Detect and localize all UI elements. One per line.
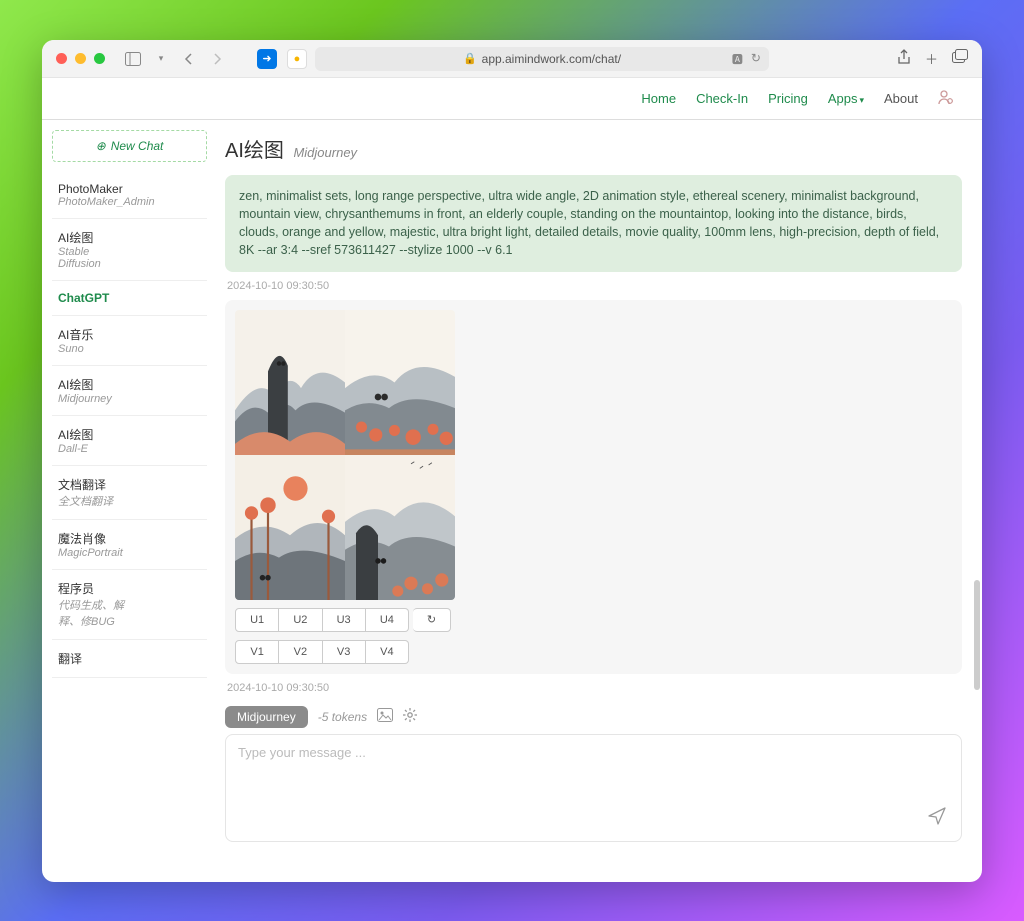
assistant-reply: U1 U2 U3 U4 ↻ V1 V2 V3 V4: [225, 300, 962, 674]
extension-icon[interactable]: ●: [287, 49, 307, 69]
reload-icon[interactable]: ↻: [751, 51, 761, 67]
sidebar-item-sd[interactable]: AI绘图 Stable Diffusion: [52, 219, 207, 281]
sidebar-item-doctrans[interactable]: 文档翻译 全文档翻译: [52, 466, 207, 520]
gear-icon[interactable]: [403, 708, 417, 725]
composer: Midjourney -5 tokens Type your message .…: [225, 706, 962, 842]
sidebar-item-programmer[interactable]: 程序员 代码生成、解释、修BUG: [52, 570, 207, 640]
lock-icon: 🔒: [463, 52, 477, 65]
reply-timestamp: 2024-10-10 09:30:50: [227, 682, 960, 694]
image-tile-2[interactable]: [345, 310, 455, 455]
refresh-icon: ↻: [427, 613, 436, 626]
sidebar-toggle-icon[interactable]: [123, 49, 143, 69]
extension-icon[interactable]: ➜: [257, 49, 277, 69]
v1-button[interactable]: V1: [235, 640, 279, 664]
model-chip[interactable]: Midjourney: [225, 706, 308, 728]
v3-button[interactable]: V3: [323, 640, 366, 664]
minimize-window[interactable]: [75, 53, 86, 64]
user-prompt-bubble: zen, minimalist sets, long range perspec…: [225, 175, 962, 272]
nav-pricing[interactable]: Pricing: [768, 91, 808, 106]
nav-checkin[interactable]: Check-In: [696, 91, 748, 106]
new-chat-button[interactable]: ⊕ New Chat: [52, 130, 207, 162]
sidebar-item-translate[interactable]: 翻译: [52, 640, 207, 678]
image-icon[interactable]: [377, 708, 393, 725]
image-tile-1[interactable]: [235, 310, 345, 455]
v4-button[interactable]: V4: [366, 640, 409, 664]
browser-toolbar: ▾ ➜ ● ◐ ☰ ▭ 🔒 app.aimindwork.com/chat/ 🅰…: [42, 40, 982, 78]
refresh-button[interactable]: ↻: [413, 608, 451, 632]
share-icon[interactable]: [897, 49, 911, 68]
tabs-icon[interactable]: [952, 49, 968, 68]
address-bar[interactable]: 🔒 app.aimindwork.com/chat/ 🅰 ↻: [315, 47, 769, 71]
sidebar-item-midjourney[interactable]: AI绘图 Midjourney: [52, 366, 207, 416]
chevron-down-icon[interactable]: ▾: [151, 49, 171, 69]
u1-button[interactable]: U1: [235, 608, 279, 632]
u3-button[interactable]: U3: [323, 608, 366, 632]
chat-content: AI绘图 Midjourney zen, minimalist sets, lo…: [217, 120, 982, 882]
token-cost: -5 tokens: [318, 710, 367, 724]
user-icon[interactable]: [938, 89, 954, 108]
image-tile-3[interactable]: [235, 455, 345, 600]
window-controls: [56, 53, 105, 64]
sidebar-item-photomaker[interactable]: PhotoMaker PhotoMaker_Admin: [52, 172, 207, 219]
scrollbar-thumb[interactable]: [974, 580, 980, 690]
main-area: ⊕ New Chat PhotoMaker PhotoMaker_Admin A…: [42, 120, 982, 882]
plus-icon: ⊕: [96, 139, 106, 153]
image-grid[interactable]: [235, 310, 455, 600]
sidebar-item-dalle[interactable]: AI绘图 Dall-E: [52, 416, 207, 466]
sidebar: ⊕ New Chat PhotoMaker PhotoMaker_Admin A…: [42, 120, 217, 882]
url-text: app.aimindwork.com/chat/: [482, 52, 621, 66]
nav-home[interactable]: Home: [641, 91, 676, 106]
sidebar-item-chatgpt[interactable]: ChatGPT: [52, 281, 207, 316]
app-navbar: Home Check-In Pricing Apps▾ About: [42, 78, 982, 120]
page-title: AI绘图 Midjourney: [225, 134, 962, 163]
close-window[interactable]: [56, 53, 67, 64]
forward-icon[interactable]: [207, 49, 227, 69]
nav-apps[interactable]: Apps▾: [828, 91, 864, 106]
translate-icon[interactable]: 🅰: [732, 51, 743, 67]
u4-button[interactable]: U4: [366, 608, 409, 632]
nav-about[interactable]: About: [884, 91, 918, 106]
message-placeholder: Type your message ...: [238, 745, 366, 760]
sidebar-item-suno[interactable]: AI音乐 Suno: [52, 316, 207, 366]
upscale-row: U1 U2 U3 U4 ↻: [235, 608, 451, 632]
message-input[interactable]: Type your message ...: [225, 734, 962, 842]
sidebar-item-magicportrait[interactable]: 魔法肖像 MagicPortrait: [52, 520, 207, 570]
prompt-timestamp: 2024-10-10 09:30:50: [227, 280, 960, 292]
image-tile-4[interactable]: [345, 455, 455, 600]
back-icon[interactable]: [179, 49, 199, 69]
browser-window: ▾ ➜ ● ◐ ☰ ▭ 🔒 app.aimindwork.com/chat/ 🅰…: [42, 40, 982, 882]
new-tab-icon[interactable]: ＋: [925, 49, 938, 68]
v2-button[interactable]: V2: [279, 640, 322, 664]
variation-row: V1 V2 V3 V4: [235, 640, 409, 664]
u2-button[interactable]: U2: [279, 608, 322, 632]
zoom-window[interactable]: [94, 53, 105, 64]
send-icon[interactable]: [927, 806, 947, 829]
